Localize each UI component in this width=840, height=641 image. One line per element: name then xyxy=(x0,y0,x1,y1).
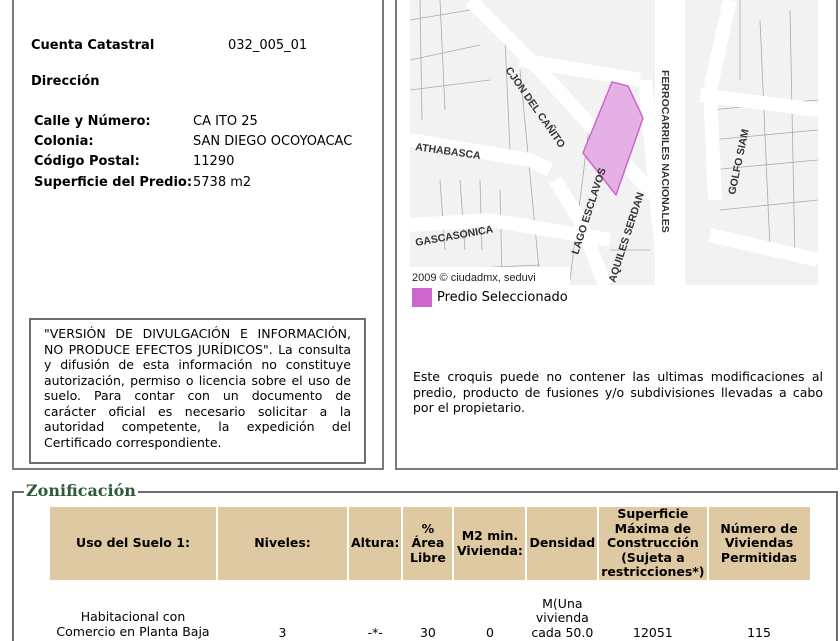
zonificacion-table: Uso del Suelo 1: Niveles: Altura: % Área… xyxy=(48,507,812,640)
cuenta-label: Cuenta Catastral xyxy=(31,38,155,53)
cuenta-value: 032_005_01 xyxy=(228,38,308,53)
cp-value: 11290 xyxy=(193,154,235,169)
map-copyright: 2009 © ciudadmx, seduvi xyxy=(412,272,536,284)
zonificacion-title: Zonificación xyxy=(24,481,138,500)
calle-label: Calle y Número: xyxy=(34,114,151,129)
cell-area-libre: 30 xyxy=(419,624,436,640)
header-area-libre: % Área Libre xyxy=(403,507,453,580)
location-map[interactable]: CJON DEL CAÑITO ATHABASCA GASCASONICA LA… xyxy=(410,0,818,285)
legend-label: Predio Seleccionado xyxy=(437,290,568,305)
cell-uso: Habitacional con Comercio en Planta Baja xyxy=(56,609,210,639)
cell-viviendas: 115 xyxy=(747,624,771,640)
superficie-label: Superficie del Predio: xyxy=(34,175,193,190)
street-label: CJON DEL CAÑITO xyxy=(503,64,569,150)
legal-notice: "VERSIÓN DE DIVULGACIÓN E INFORMACIÓN, N… xyxy=(29,318,366,464)
map-image: CJON DEL CAÑITO ATHABASCA GASCASONICA LA… xyxy=(410,0,818,285)
header-viviendas: Número de Viviendas Permitidas xyxy=(708,507,810,580)
superficie-value: 5738 m2 xyxy=(193,175,252,190)
header-superficie-max: Superficie Máxima de Construcción (Sujet… xyxy=(599,506,707,580)
cell-m2-min: 0 xyxy=(485,624,494,640)
street-label: AQUILES SERDAN xyxy=(606,191,646,284)
header-niveles: Niveles: xyxy=(218,507,347,580)
cell-densidad: M(Una vivienda cada 50.0 xyxy=(531,595,594,640)
cell-altura: -*- xyxy=(367,624,383,640)
header-uso: Uso del Suelo 1: xyxy=(50,507,216,580)
colonia-value: SAN DIEGO OCOYOACAC xyxy=(193,134,353,149)
cell-niveles: 3 xyxy=(278,624,287,640)
header-m2-min: M2 min. Vivienda: xyxy=(454,507,526,580)
header-altura: Altura: xyxy=(349,507,402,580)
direccion-heading: Dirección xyxy=(31,74,100,89)
cell-superficie-max: 12051 xyxy=(633,624,673,640)
legend-swatch xyxy=(412,288,432,307)
map-disclaimer: Este croquis puede no contener las ultim… xyxy=(413,369,823,415)
header-densidad: Densidad xyxy=(527,507,598,580)
map-legend: Predio Seleccionado xyxy=(412,288,568,307)
cp-label: Código Postal: xyxy=(34,154,140,169)
table-row: Habitacional con Comercio en Planta Baja… xyxy=(50,580,810,640)
calle-value: CA ITO 25 xyxy=(193,114,258,129)
colonia-label: Colonia: xyxy=(34,134,94,149)
street-label: FERROCARRILES NACIONALES xyxy=(659,70,671,233)
table-header-row: Uso del Suelo 1: Niveles: Altura: % Área… xyxy=(50,507,810,580)
